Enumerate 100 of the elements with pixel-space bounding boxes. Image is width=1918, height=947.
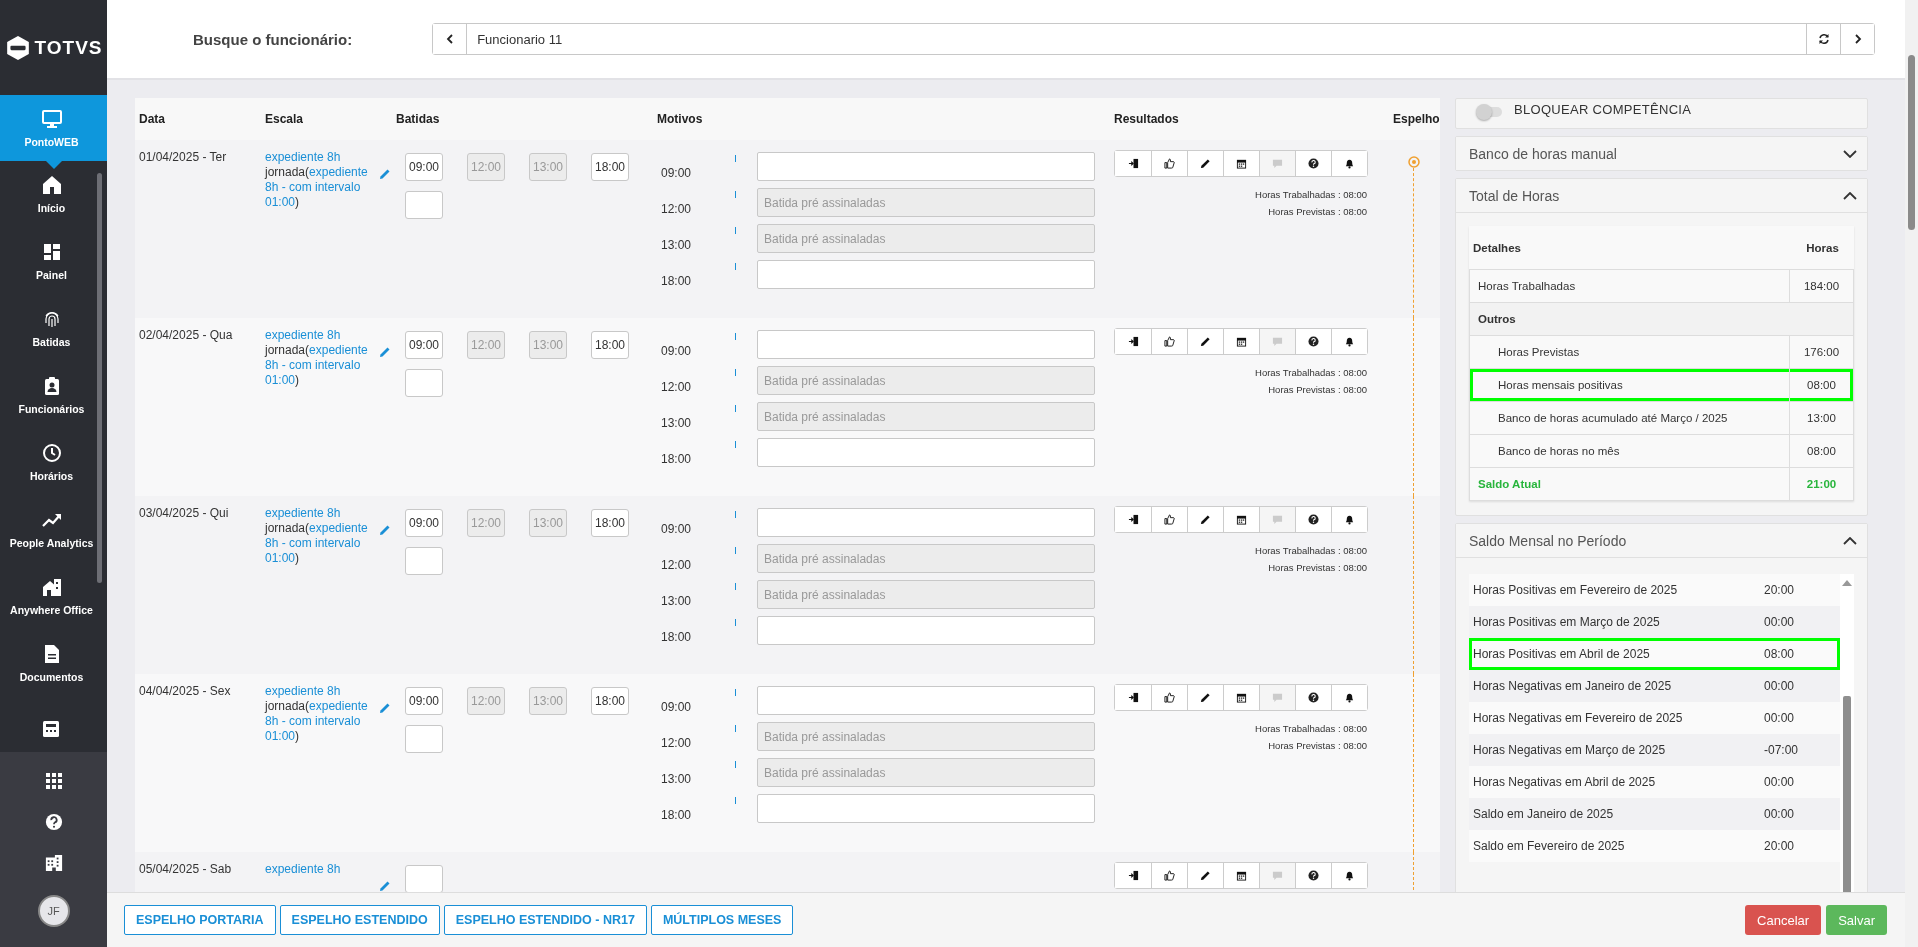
- time-input[interactable]: 18:00: [591, 153, 629, 181]
- help-icon[interactable]: [44, 812, 63, 831]
- date-cell: 05/04/2025 - Sab: [139, 862, 232, 876]
- door-exit-icon: [1127, 692, 1139, 703]
- sidebar-item[interactable]: Documentos: [0, 630, 107, 697]
- time-input[interactable]: 18:00: [591, 509, 629, 537]
- balance-label: Horas Negativas em Fevereiro de 2025: [1473, 711, 1684, 725]
- detail-cell-text: Outros: [1477, 313, 1517, 325]
- reason-input[interactable]: [757, 260, 1095, 289]
- previous-button[interactable]: [433, 24, 468, 54]
- sidebar-item[interactable]: Painel: [0, 228, 107, 295]
- thumbs-up-icon: [1164, 336, 1175, 347]
- sidebar-item[interactable]: Início: [0, 161, 107, 228]
- pencil-icon: [1200, 158, 1211, 169]
- list-scrollbar[interactable]: [1840, 574, 1854, 892]
- sidebar-scrollbar[interactable]: [97, 173, 102, 583]
- apps-grid-icon[interactable]: [44, 771, 63, 790]
- balance-value: 20:00: [1764, 583, 1796, 597]
- time-label: 13:00: [660, 415, 693, 430]
- time-label: 12:00: [660, 379, 693, 394]
- lock-label: BLOQUEAR COMPETÊNCIA: [1514, 102, 1692, 117]
- tick-mark: [735, 263, 736, 270]
- tick-mark: [735, 583, 736, 590]
- sidebar-item[interactable]: People Analytics: [0, 496, 107, 563]
- journey-text: jornada(expediente 8h - com intervalo 01:00): [265, 165, 369, 210]
- reason-input[interactable]: [757, 794, 1095, 823]
- reason-input[interactable]: [757, 438, 1095, 467]
- accordion-header[interactable]: Banco de horas manual: [1456, 137, 1867, 170]
- logo-icon: [4, 34, 31, 61]
- time-label: 09:00: [660, 343, 693, 358]
- action-button[interactable]: [1331, 329, 1367, 354]
- report-button[interactable]: ESPELHO ESTENDIDO: [279, 905, 440, 935]
- time-input[interactable]: 09:00: [405, 687, 443, 715]
- calendar-icon: [1236, 336, 1247, 347]
- pencil-icon[interactable]: [379, 346, 391, 358]
- balance-label: Horas Positivas em Fevereiro de 2025: [1473, 583, 1679, 597]
- column-header: Motivos: [657, 112, 704, 126]
- user-avatar[interactable]: JF: [37, 895, 70, 928]
- balance-label: Horas Negativas em Março de 2025: [1473, 743, 1667, 757]
- reason-input[interactable]: [757, 616, 1095, 645]
- toggle-switch[interactable]: [1478, 107, 1502, 117]
- chevron-left-icon: [444, 34, 455, 44]
- column-header: Escala: [265, 112, 305, 126]
- refresh-icon: [1817, 33, 1830, 45]
- comment-icon: [1272, 870, 1283, 881]
- time-input[interactable]: [405, 191, 443, 219]
- report-button[interactable]: ESPELHO PORTARIA: [124, 905, 276, 935]
- time-input[interactable]: 18:00: [591, 687, 629, 715]
- balance-value: 08:00: [1764, 647, 1796, 661]
- logo-text: TOTVS: [34, 36, 103, 59]
- balance-value: 00:00: [1764, 711, 1796, 725]
- time-input[interactable]: 09:00: [405, 153, 443, 181]
- tick-mark: [735, 547, 736, 554]
- calculator-icon[interactable]: [41, 719, 61, 739]
- time-input[interactable]: 09:00: [405, 331, 443, 359]
- door-exit-icon: [1127, 870, 1139, 881]
- time-input[interactable]: 09:00: [405, 509, 443, 537]
- reason-input[interactable]: [757, 330, 1095, 359]
- bell-icon: [1344, 692, 1355, 703]
- sidebar-item[interactable]: Batidas: [0, 295, 107, 362]
- help-icon: [1308, 158, 1319, 169]
- action-button[interactable]: [1331, 685, 1367, 710]
- door-exit-icon: [1127, 336, 1139, 347]
- action-button[interactable]: [1331, 507, 1367, 532]
- building-icon[interactable]: [44, 854, 63, 873]
- time-label: 09:00: [660, 521, 693, 536]
- time-input[interactable]: 18:00: [591, 331, 629, 359]
- time-input[interactable]: [405, 865, 443, 892]
- pencil-icon: [1200, 692, 1211, 703]
- pencil-icon[interactable]: [379, 168, 391, 180]
- report-button[interactable]: ESPELHO ESTENDIDO - NR17: [443, 905, 647, 935]
- hours-summary: Horas Trabalhadas : 08:00: [1255, 722, 1367, 736]
- action-button[interactable]: [1331, 863, 1367, 888]
- page-scrollbar[interactable]: [1905, 0, 1918, 947]
- reason-input[interactable]: [757, 686, 1095, 715]
- hours-summary: Horas Trabalhadas : 08:00: [1255, 188, 1367, 202]
- pencil-icon[interactable]: [379, 524, 391, 536]
- cancel-button[interactable]: Cancelar: [1745, 905, 1822, 935]
- time-label: 12:00: [660, 735, 693, 750]
- sidebar-item[interactable]: Horários: [0, 429, 107, 496]
- pencil-icon[interactable]: [379, 702, 391, 714]
- column-header: Resultados: [1114, 112, 1180, 126]
- chevron-up-icon: [1843, 536, 1857, 545]
- report-button[interactable]: MÚLTIPLOS MESES: [650, 905, 794, 935]
- time-input[interactable]: [405, 547, 443, 575]
- time-input[interactable]: [405, 369, 443, 397]
- action-button[interactable]: [1331, 151, 1367, 176]
- door-exit-icon: [1127, 158, 1139, 169]
- tick-mark: [735, 619, 736, 626]
- tick-mark: [735, 191, 736, 198]
- date-cell: 03/04/2025 - Qui: [139, 506, 229, 520]
- reason-input[interactable]: [757, 152, 1095, 181]
- calendar-icon: [1236, 158, 1247, 169]
- reason-input[interactable]: [757, 508, 1095, 537]
- time-input[interactable]: [405, 725, 443, 753]
- thumbs-up-icon: [1164, 158, 1175, 169]
- thumbs-up-icon: [1164, 692, 1175, 703]
- next-button[interactable]: [1840, 24, 1874, 54]
- balance-label: Horas Negativas em Janeiro de 2025: [1473, 679, 1673, 693]
- comment-icon: [1272, 692, 1283, 703]
